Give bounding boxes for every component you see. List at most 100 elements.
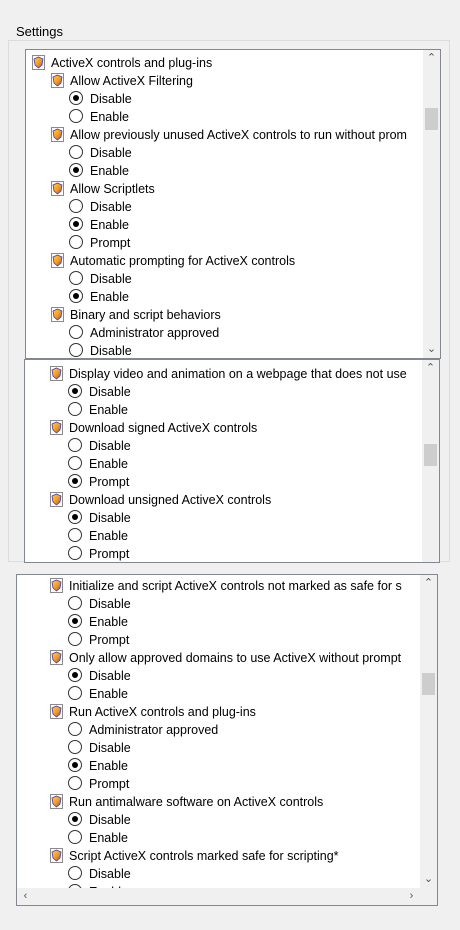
setting-option-label: Disable — [89, 813, 131, 827]
settings-shield-icon — [50, 420, 63, 435]
setting-option[interactable]: Enable — [68, 455, 439, 473]
radio-button[interactable] — [68, 830, 82, 844]
vertical-scrollbar[interactable]: ⌃ ⌄ — [423, 50, 440, 358]
scroll-up-arrow-icon[interactable]: ⌃ — [423, 50, 440, 67]
setting-option[interactable]: Disable — [69, 342, 440, 358]
radio-button[interactable] — [68, 758, 82, 772]
radio-button[interactable] — [68, 456, 82, 470]
radio-button[interactable] — [69, 199, 83, 213]
setting-option[interactable]: Prompt — [68, 631, 437, 649]
setting-option[interactable]: Disable — [68, 811, 437, 829]
setting-option[interactable]: Disable — [68, 383, 439, 401]
scroll-up-arrow-icon[interactable]: ⌃ — [420, 575, 437, 592]
setting-option[interactable]: Disable — [69, 144, 440, 162]
settings-list-panel-3[interactable]: Prompt Enable Disable Script ActiveX contro… — [16, 574, 438, 906]
setting-option[interactable]: Disable — [68, 865, 437, 883]
setting-option[interactable]: Enable — [69, 162, 440, 180]
setting-option[interactable]: Administrator approved — [68, 721, 437, 739]
setting-option[interactable]: Enable — [69, 216, 440, 234]
scroll-right-arrow-icon[interactable]: › — [403, 888, 420, 905]
radio-button[interactable] — [68, 668, 82, 682]
setting-option[interactable]: Prompt — [69, 234, 440, 252]
setting-option[interactable]: Prompt — [68, 473, 439, 491]
setting-option[interactable]: Enable — [68, 401, 439, 419]
setting-option[interactable]: Enable — [69, 108, 440, 126]
setting-option[interactable]: Enable — [68, 829, 437, 847]
setting-category-label: Automatic prompting for ActiveX controls — [70, 254, 296, 268]
radio-button[interactable] — [68, 596, 82, 610]
setting-category[interactable]: Only allow approved domains to use Activ… — [50, 649, 437, 667]
radio-button[interactable] — [68, 866, 82, 880]
settings-list-panel-2[interactable]: Prompt Enable Disable Download unsigned Act… — [24, 359, 440, 563]
setting-option[interactable]: Prompt — [68, 545, 439, 562]
radio-button[interactable] — [69, 343, 83, 357]
setting-option[interactable]: Disable — [69, 270, 440, 288]
setting-option[interactable]: Enable — [68, 757, 437, 775]
setting-option[interactable]: Disable — [68, 739, 437, 757]
setting-option-label: Enable — [90, 164, 129, 178]
radio-button[interactable] — [69, 271, 83, 285]
setting-category[interactable]: Allow ActiveX Filtering — [51, 72, 440, 90]
radio-button[interactable] — [69, 325, 83, 339]
setting-option[interactable]: Disable — [68, 437, 439, 455]
radio-button[interactable] — [68, 812, 82, 826]
radio-button[interactable] — [68, 722, 82, 736]
radio-button[interactable] — [69, 289, 83, 303]
setting-option[interactable]: Enable — [69, 288, 440, 306]
radio-button[interactable] — [69, 91, 83, 105]
setting-option[interactable]: Disable — [68, 509, 439, 527]
setting-category[interactable]: Run ActiveX controls and plug-ins — [50, 703, 437, 721]
scroll-down-arrow-icon[interactable]: ⌄ — [423, 341, 440, 358]
radio-button[interactable] — [68, 384, 82, 398]
vertical-scrollbar[interactable]: ⌃ — [422, 360, 439, 562]
radio-button[interactable] — [68, 510, 82, 524]
setting-category[interactable]: Binary and script behaviors — [51, 306, 440, 324]
radio-button[interactable] — [68, 546, 82, 560]
settings-shield-icon — [51, 73, 64, 88]
radio-button[interactable] — [68, 740, 82, 754]
setting-option[interactable]: Disable — [69, 198, 440, 216]
setting-category[interactable]: Download unsigned ActiveX controls — [50, 491, 439, 509]
setting-category[interactable]: Automatic prompting for ActiveX controls — [51, 252, 440, 270]
radio-button[interactable] — [68, 686, 82, 700]
scroll-thumb[interactable] — [422, 673, 435, 695]
radio-button[interactable] — [68, 402, 82, 416]
radio-button[interactable] — [68, 438, 82, 452]
setting-category[interactable]: Allow Scriptlets — [51, 180, 440, 198]
setting-category[interactable]: Initialize and script ActiveX controls n… — [50, 577, 437, 595]
settings-list-panel-1[interactable]: Disable Administrator approved Binary and … — [25, 49, 441, 359]
setting-category[interactable]: ActiveX controls and plug-ins — [32, 54, 440, 72]
setting-option-label: Disable — [89, 867, 131, 881]
radio-button[interactable] — [68, 528, 82, 542]
setting-category[interactable]: Download signed ActiveX controls — [50, 419, 439, 437]
scroll-left-arrow-icon[interactable]: ‹ — [17, 888, 34, 905]
radio-button[interactable] — [69, 145, 83, 159]
scroll-down-arrow-icon[interactable]: ⌄ — [420, 871, 437, 888]
setting-category[interactable]: Script ActiveX controls marked safe for … — [50, 847, 437, 865]
radio-button[interactable] — [69, 235, 83, 249]
setting-category[interactable]: Run antimalware software on ActiveX cont… — [50, 793, 437, 811]
scroll-thumb[interactable] — [424, 444, 437, 466]
setting-option[interactable]: Administrator approved — [69, 324, 440, 342]
scroll-up-arrow-icon[interactable]: ⌃ — [422, 360, 439, 377]
setting-option-label: Disable — [90, 92, 132, 106]
vertical-scrollbar[interactable]: ⌃ ⌄ — [420, 575, 437, 888]
scroll-thumb[interactable] — [425, 108, 438, 130]
horizontal-scrollbar[interactable]: ‹ › — [17, 888, 437, 905]
setting-option[interactable]: Enable — [68, 527, 439, 545]
setting-option[interactable]: Disable — [68, 595, 437, 613]
setting-option[interactable]: Disable — [68, 667, 437, 685]
radio-button[interactable] — [68, 614, 82, 628]
radio-button[interactable] — [69, 109, 83, 123]
radio-button[interactable] — [68, 474, 82, 488]
setting-category[interactable]: Allow previously unused ActiveX controls… — [51, 126, 440, 144]
setting-option[interactable]: Enable — [68, 685, 437, 703]
radio-button[interactable] — [68, 776, 82, 790]
setting-option[interactable]: Prompt — [68, 775, 437, 793]
setting-category[interactable]: Display video and animation on a webpage… — [50, 365, 439, 383]
radio-button[interactable] — [69, 217, 83, 231]
radio-button[interactable] — [69, 163, 83, 177]
setting-option[interactable]: Disable — [69, 90, 440, 108]
setting-option[interactable]: Enable — [68, 613, 437, 631]
radio-button[interactable] — [68, 632, 82, 646]
